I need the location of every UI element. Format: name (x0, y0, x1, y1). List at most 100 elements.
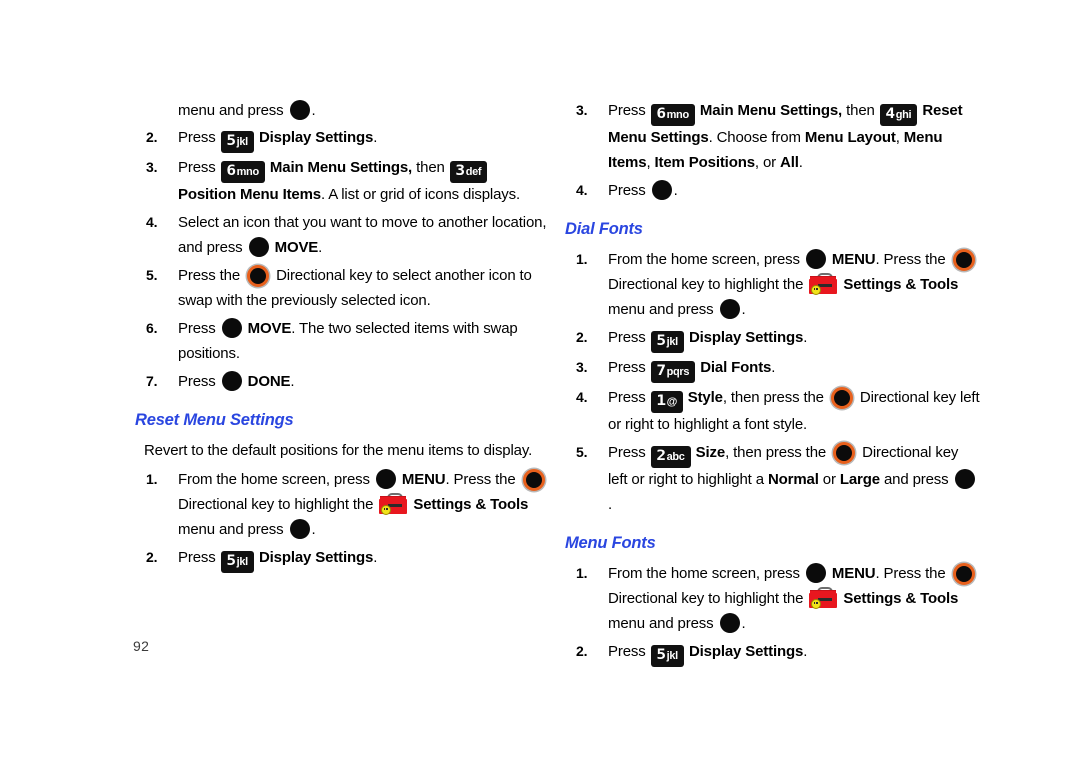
separator: , (896, 129, 900, 146)
step-number: 5. (146, 263, 157, 288)
step-text: Directional key to highlight the (178, 496, 373, 513)
directional-key-icon (523, 469, 545, 491)
step-tail: . (318, 239, 322, 256)
step-text: and press (884, 471, 949, 488)
step-verb: Press (608, 444, 646, 461)
key-5-jkl-icon: 5jkl (652, 646, 683, 666)
menu-label-secondary: Position Menu Items (178, 186, 321, 203)
softkey-label: MOVE (248, 320, 292, 337)
option-normal: Normal (768, 471, 819, 488)
menu-label: Display Settings (689, 643, 803, 660)
step-verb: Press (608, 102, 646, 119)
step-conjunction: then (846, 102, 875, 119)
step-verb: Press (608, 643, 646, 660)
list-item: 7. Press DONE. (130, 369, 550, 394)
list-item: 3. Press 7pqrs Dial Fonts. (560, 355, 980, 382)
directional-key-icon (953, 249, 975, 271)
list-item: 6. Press MOVE. The two selected items wi… (130, 316, 550, 366)
step-verb: Press (178, 129, 216, 146)
step-number: 3. (576, 98, 587, 123)
step-number: 1. (576, 561, 587, 586)
key-4-ghi-icon: 4ghi (881, 105, 917, 125)
list-item: 4. Press 1@ Style, then press the Direc… (560, 385, 980, 437)
continued-step-period: . (312, 102, 316, 119)
ok-select-key-icon (376, 469, 396, 489)
menu-label: Main Menu Settings, (270, 159, 412, 176)
list-item: 4. Select an icon that you want to move … (130, 210, 550, 260)
dial-fonts-steps: 1. From the home screen, press MENU. Pre… (560, 247, 980, 517)
separator: , or (755, 154, 776, 171)
directional-key-icon (953, 563, 975, 585)
directional-key-icon (833, 442, 855, 464)
step-number: 7. (146, 369, 157, 394)
step-number: 2. (576, 639, 587, 664)
step-number: 4. (146, 210, 157, 235)
step-tail: . (373, 129, 377, 146)
settings-tools-label: Settings & Tools (843, 276, 958, 293)
ok-select-key-icon (290, 100, 310, 120)
menu-label: Main Menu Settings, (700, 102, 842, 119)
step-number: 6. (146, 316, 157, 341)
option-large: Large (840, 471, 880, 488)
step-verb: Press (608, 359, 646, 376)
step-tail: . (373, 549, 377, 566)
step-text: From the home screen, press (608, 251, 800, 268)
ok-select-key-icon (955, 469, 975, 489)
list-item: 4. Press . (560, 178, 980, 203)
page-number: 92 (133, 638, 149, 654)
step-text: From the home screen, press (178, 471, 370, 488)
list-item: 3. Press 6mno Main Menu Settings, then 4… (560, 98, 980, 175)
list-item: 3. Press 6mno Main Menu Settings, then 3… (130, 155, 550, 207)
list-item: 2. Press 5jkl Display Settings. (130, 125, 550, 152)
list-item: 2. Press 5jkl Display Settings. (560, 639, 980, 666)
step-verb: Press (608, 182, 646, 199)
step-tail: . (290, 373, 294, 390)
step-text: . Press the (876, 565, 946, 582)
menu-softkey-label: MENU (832, 565, 876, 582)
step-text: . Choose from (709, 129, 801, 146)
reset-menu-settings-steps: 1. From the home screen, press MENU. Pre… (130, 467, 550, 572)
section-heading-reset-menu-settings: Reset Menu Settings (135, 411, 550, 429)
menu-label: Display Settings (689, 329, 803, 346)
step-tail: . (771, 359, 775, 376)
step-number: 4. (576, 385, 587, 410)
softkey-label: DONE (248, 373, 291, 390)
list-item: 1. From the home screen, press MENU. Pre… (130, 467, 550, 542)
step-verb: Press (178, 320, 216, 337)
step-number: 2. (576, 325, 587, 350)
step-text: menu and press (608, 615, 713, 632)
step-number: 4. (576, 178, 587, 203)
settings-and-tools-toolbox-icon (809, 273, 837, 294)
step-tail: . (608, 496, 612, 513)
key-2-abc-icon: 2abc (652, 447, 690, 467)
directional-key-icon (831, 387, 853, 409)
step-tail: . (803, 643, 807, 660)
directional-key-icon (247, 265, 269, 287)
menu-label: Style (688, 389, 723, 406)
key-6-mno-icon: 6mno (652, 105, 694, 125)
step-conjunction: then (416, 159, 445, 176)
key-5-jkl-icon: 5jkl (222, 552, 253, 572)
ok-select-key-icon (290, 519, 310, 539)
ok-select-key-icon (806, 563, 826, 583)
step-number: 5. (576, 440, 587, 465)
ok-select-key-icon (222, 318, 242, 338)
settings-and-tools-toolbox-icon (809, 587, 837, 608)
settings-and-tools-toolbox-icon (379, 493, 407, 514)
step-tail: . (312, 521, 316, 538)
step-number: 1. (146, 467, 157, 492)
key-6-mno-icon: 6mno (222, 162, 264, 182)
ok-select-key-icon (249, 237, 269, 257)
continued-step-line: menu and press . (178, 98, 550, 123)
right-steps-list: 3. Press 6mno Main Menu Settings, then 4… (560, 98, 980, 203)
continued-step-text: menu and press (178, 102, 283, 119)
key-7-pqrs-icon: 7pqrs (652, 362, 695, 382)
step-verb: Press (178, 373, 216, 390)
step-text: . Press the (446, 471, 516, 488)
step-tail: . A list or grid of icons displays. (321, 186, 520, 203)
section-intro-text: Revert to the default positions for the … (144, 438, 550, 463)
right-column: 3. Press 6mno Main Menu Settings, then 4… (560, 98, 980, 669)
list-item: 5. Press the Directional key to select a… (130, 263, 550, 313)
step-tail: . (803, 329, 807, 346)
option-menu-layout: Menu Layout (805, 129, 896, 146)
